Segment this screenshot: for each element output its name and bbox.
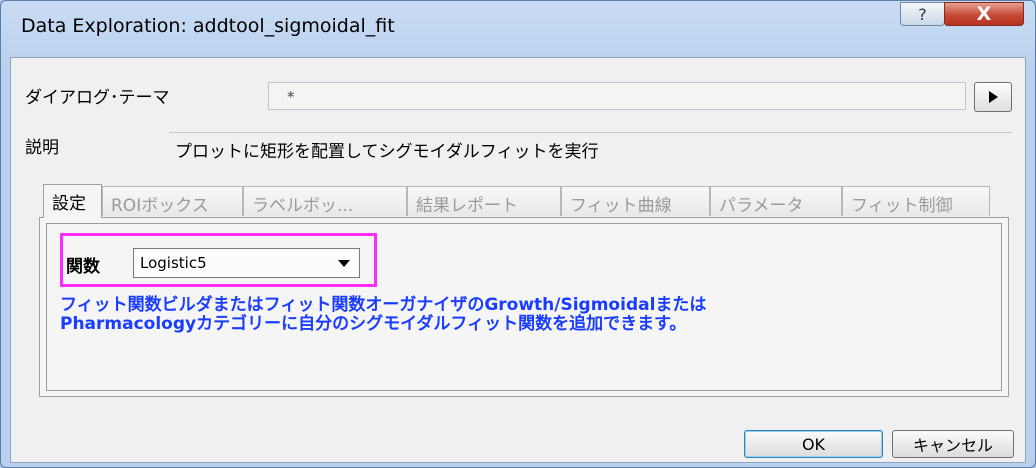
tab-parameters[interactable]: パラメータ (710, 186, 842, 216)
dialog-window: Data Exploration: addtool_sigmoidal_fit … (0, 0, 1036, 468)
function-value: Logistic5 (140, 254, 207, 272)
tab-label-box[interactable]: ラベルボッ... (243, 186, 407, 216)
close-button[interactable]: X (944, 2, 1024, 26)
title-bar[interactable]: Data Exploration: addtool_sigmoidal_fit … (1, 1, 1035, 37)
cancel-button[interactable]: キャンセル (892, 430, 1014, 458)
function-dropdown[interactable]: Logistic5 (133, 248, 360, 278)
chevron-down-icon (338, 260, 350, 267)
window-title: Data Exploration: addtool_sigmoidal_fit (21, 15, 395, 37)
theme-input[interactable]: * (268, 82, 966, 110)
settings-panel: 関数 Logistic5 フィット関数ビルダまたはフィット関数オーガナイザのGr… (39, 217, 1009, 397)
settings-group: 関数 Logistic5 フィット関数ビルダまたはフィット関数オーガナイザのGr… (46, 223, 1002, 391)
tab-result-report[interactable]: 結果レポート (407, 186, 561, 216)
description-text: プロットに矩形を配置してシグモイダルフィットを実行 (169, 132, 1012, 162)
ok-button[interactable]: OK (744, 430, 883, 458)
info-line-2: Pharmacologyカテゴリーに自分のシグモイダルフィット関数を追加できます… (60, 314, 687, 334)
dialog-body: ダイアログ･テーマ * 説明 プロットに矩形を配置してシグモイダルフィットを実行… (10, 57, 1026, 463)
theme-label: ダイアログ･テーマ (25, 88, 170, 108)
tab-settings[interactable]: 設定 (43, 184, 102, 218)
tab-fit-curve[interactable]: フィット曲線 (561, 186, 710, 216)
description-label: 説明 (25, 138, 59, 158)
play-arrow-icon (989, 91, 998, 103)
info-line-1: フィット関数ビルダまたはフィット関数オーガナイザのGrowth/Sigmoida… (60, 295, 707, 315)
help-icon: ? (918, 4, 927, 24)
help-button[interactable]: ? (900, 2, 945, 26)
close-icon: X (976, 3, 992, 25)
info-text: フィット関数ビルダまたはフィット関数オーガナイザのGrowth/Sigmoida… (60, 296, 960, 334)
function-label: 関数 (66, 257, 100, 277)
tab-fit-control[interactable]: フィット制御 (842, 186, 990, 216)
tab-roi-box[interactable]: ROIボックス (102, 186, 243, 216)
theme-menu-button[interactable] (974, 82, 1012, 112)
